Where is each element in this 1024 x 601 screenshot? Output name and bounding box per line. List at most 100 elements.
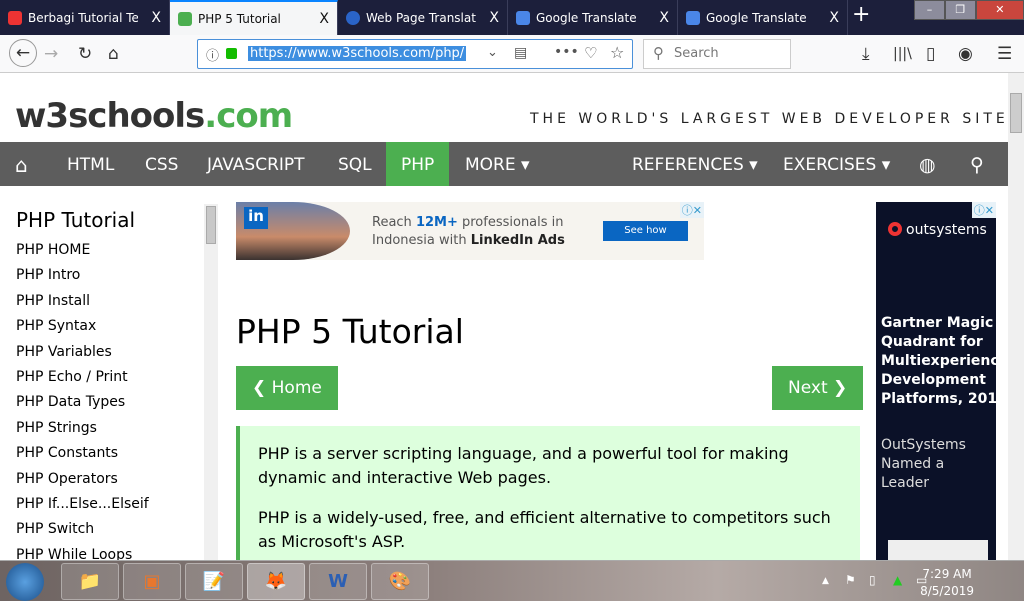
next-button[interactable]: Next ❯ — [772, 366, 864, 410]
minimize-button[interactable]: – — [914, 0, 945, 20]
intro-note: PHP is a server scripting language, and … — [236, 426, 860, 560]
tab-php5-tutorial[interactable]: PHP 5 Tutorial X — [170, 0, 338, 35]
menu-icon[interactable]: ☰ — [997, 44, 1012, 64]
globe-icon[interactable]: ◍ — [904, 142, 951, 186]
sidebar-title: PHP Tutorial — [16, 208, 136, 232]
sidebar-item[interactable]: PHP Operators — [0, 467, 204, 492]
xampp-icon[interactable]: ▣ — [123, 563, 181, 600]
tab-google-translate-2[interactable]: Google Translate X — [678, 0, 848, 35]
scrollbar-thumb[interactable] — [206, 206, 216, 244]
search-icon[interactable]: ⚲ — [955, 142, 999, 186]
ad-close-icon[interactable]: ⓘ✕ — [679, 202, 704, 218]
nav-javascript[interactable]: JAVASCRIPT — [192, 142, 320, 186]
home-button[interactable]: ⌂ — [108, 44, 119, 64]
intro-paragraph: PHP is a server scripting language, and … — [258, 444, 789, 487]
info-icon[interactable]: ⓘ — [206, 45, 219, 64]
ad-text: Reach 12M+ professionals in Indonesia wit… — [372, 215, 565, 248]
sidebar-item[interactable]: PHP Install — [0, 289, 204, 314]
forward-button[interactable]: → — [44, 44, 58, 64]
chevron-down-icon[interactable]: ⌄ — [487, 45, 498, 60]
see-how-button[interactable]: See how — [603, 221, 688, 241]
tab-web-page-translation[interactable]: Web Page Translatio X — [338, 0, 508, 35]
globe-icon — [346, 10, 360, 25]
sidebar: PHP Tutorial PHP HOME PHP Intro PHP Instal… — [0, 186, 204, 560]
w3schools-logo[interactable]: w3schools.com — [15, 96, 293, 136]
show-hidden-icons[interactable]: ▲ — [822, 576, 829, 586]
url-text[interactable]: https://www.w3schools.com/php/ — [248, 46, 467, 61]
maximize-button[interactable]: ❐ — [944, 0, 976, 20]
nav-html[interactable]: HTML — [52, 142, 129, 186]
ad-close-icon[interactable]: ⓘ✕ — [971, 202, 996, 218]
word-icon[interactable]: W — [309, 563, 367, 600]
url-bar[interactable]: ⓘ https://www.w3schools.com/php/ ⌄ ▤ •••… — [197, 39, 633, 69]
sidebar-item[interactable]: PHP Syntax — [0, 314, 204, 339]
power-icon[interactable]: ▯ — [869, 573, 876, 587]
home-icon[interactable]: ⌂ — [0, 142, 43, 186]
sidebar-icon[interactable]: ▯ — [926, 44, 935, 64]
action-center-icon[interactable]: ⚑ — [845, 573, 856, 587]
tab-berbagi[interactable]: Berbagi Tutorial TerbX — [0, 0, 170, 35]
sidebar-item[interactable]: PHP While Loops — [0, 543, 204, 560]
sidebar-scrollbar[interactable] — [204, 204, 218, 560]
page-title: PHP 5 Tutorial — [236, 312, 464, 351]
opera-icon — [8, 10, 22, 25]
sidebar-item[interactable]: PHP Echo / Print — [0, 365, 204, 390]
sidebar-item[interactable]: PHP Intro — [0, 263, 204, 288]
nav-more[interactable]: MORE ▾ — [450, 142, 545, 186]
notepad-icon[interactable]: 📝 — [185, 563, 243, 600]
more-actions-icon[interactable]: ••• — [554, 44, 579, 60]
nav-css[interactable]: CSS — [130, 142, 193, 186]
library-icon[interactable]: |||\ — [893, 46, 912, 62]
nav-toolbar: ← → ↻ ⌂ ⓘ https://www.w3schools.com/php/… — [0, 35, 1024, 73]
tagline: THE WORLD'S LARGEST WEB DEVELOPER SITE — [530, 111, 1009, 127]
nav-php[interactable]: PHP — [386, 142, 450, 186]
sidebar-item[interactable]: PHP If...Else...Elseif — [0, 492, 204, 517]
search-icon: ⚲ — [653, 44, 664, 62]
account-icon[interactable]: ◉ — [958, 44, 973, 64]
close-icon[interactable]: X — [829, 10, 839, 26]
google-translate-icon — [686, 10, 700, 25]
bookmark-star-icon[interactable]: ☆ — [610, 43, 624, 62]
sidebar-item[interactable]: PHP Constants — [0, 441, 204, 466]
start-button[interactable] — [6, 563, 44, 601]
download-icon[interactable]: ⤓ — [862, 44, 870, 64]
outsystems-logo: outsystems — [888, 222, 987, 238]
paint-icon[interactable]: 🎨 — [371, 563, 429, 600]
back-button[interactable]: ← — [9, 39, 37, 67]
window-controls: – ❐ ✕ — [914, 0, 1024, 20]
close-icon[interactable]: X — [659, 10, 669, 26]
ad-subtext: OutSystems Named a Leader — [881, 437, 966, 491]
sidebar-item[interactable]: PHP Variables — [0, 340, 204, 365]
linkedin-logo: in — [244, 207, 268, 229]
ad-document-image — [888, 540, 988, 560]
home-button[interactable]: ❮ Home — [236, 366, 338, 410]
close-window-button[interactable]: ✕ — [975, 0, 1024, 20]
close-icon[interactable]: X — [151, 10, 161, 26]
close-icon[interactable]: X — [489, 10, 499, 26]
nav-sql[interactable]: SQL — [323, 142, 387, 186]
close-icon[interactable]: X — [319, 11, 329, 27]
google-translate-icon — [516, 10, 530, 25]
nav-references[interactable]: REFERENCES ▾ — [617, 142, 773, 186]
search-input[interactable]: ⚲ Search — [643, 39, 791, 69]
sidebar-item[interactable]: PHP Switch — [0, 517, 204, 542]
reader-view-icon[interactable]: ▤ — [514, 45, 527, 61]
linkedin-ad[interactable]: in Reach 12M+ professionals in Indonesia … — [236, 202, 704, 260]
scrollbar-thumb[interactable] — [1010, 93, 1022, 133]
network-activity-icon[interactable]: ▲ — [893, 573, 902, 587]
w3schools-icon — [178, 11, 192, 26]
page-scrollbar[interactable] — [1008, 73, 1024, 560]
tab-google-translate[interactable]: Google Translate X — [508, 0, 678, 35]
sidebar-item[interactable]: PHP Strings — [0, 416, 204, 441]
sidebar-item[interactable]: PHP HOME — [0, 238, 204, 263]
intro-paragraph: PHP is a widely-used, free, and efficien… — [258, 508, 831, 551]
reload-button[interactable]: ↻ — [78, 44, 92, 64]
new-tab-button[interactable]: + — [852, 2, 870, 27]
sidebar-item[interactable]: PHP Data Types — [0, 390, 204, 415]
firefox-icon[interactable]: 🦊 — [247, 563, 305, 600]
nav-exercises[interactable]: EXERCISES ▾ — [768, 142, 905, 186]
outsystems-ad[interactable]: ⓘ✕ outsystems Gartner Magic Quadrant for… — [876, 202, 1008, 560]
file-explorer-icon[interactable]: 📁 — [61, 563, 119, 600]
pocket-icon[interactable]: ♡ — [584, 44, 597, 62]
clock[interactable]: 7:29 AM 8/5/2019 — [920, 566, 974, 600]
